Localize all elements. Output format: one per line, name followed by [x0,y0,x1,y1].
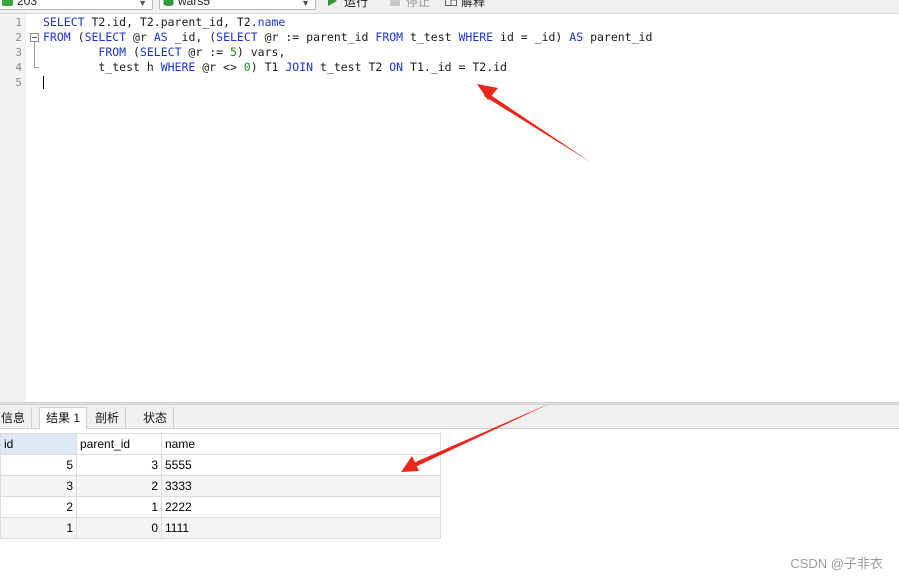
code-line-2: FROM (SELECT @r AS _id, (SELECT @r := pa… [43,30,653,44]
line-number: 5 [15,76,22,89]
cell-parent-id[interactable]: 0 [76,517,162,539]
fold-guide-end [34,67,39,68]
database-value: wars5 [178,0,211,8]
toolbar: 203 ▼ wars5 ▼ 运行 停止 解释 [0,0,899,14]
fold-guide [34,42,35,67]
stop-button[interactable]: 停止 [390,0,430,12]
code-line-3: FROM (SELECT @r := 5) vars, [98,45,286,59]
database-icon [163,0,174,6]
table-row[interactable]: 3 2 3333 [0,475,441,497]
cell-name[interactable]: 2222 [161,496,441,518]
table-row[interactable]: 5 3 5555 [0,454,441,476]
tab-result-1[interactable]: 结果 1 [39,407,88,430]
result-grid: id parent_id name 5 3 5555 3 2 3333 2 1 … [0,433,441,539]
connection-icon [2,0,13,6]
connection-select[interactable]: 203 ▼ [0,0,153,10]
play-icon [328,0,337,6]
tab-profile[interactable]: 剖析 [88,407,127,429]
cell-name[interactable]: 3333 [161,475,441,497]
line-number: 3 [15,46,22,59]
line-number: 2 [15,31,22,44]
cell-parent-id[interactable]: 1 [76,496,162,518]
watermark: CSDN @子非衣 [790,556,883,571]
stop-icon [390,0,400,6]
chevron-down-icon: ▼ [138,0,147,8]
chevron-down-icon: ▼ [301,0,310,8]
explain-label: 解释 [461,0,486,9]
explain-button[interactable]: 解释 [445,0,485,12]
tab-status[interactable]: 状态 [136,407,175,429]
line-number: 1 [15,16,22,29]
table-row[interactable]: 2 1 2222 [0,496,441,518]
line-number: 4 [15,61,22,74]
line-number-gutter: 1 2 3 4 5 [0,14,26,402]
cell-name[interactable]: 5555 [161,454,441,476]
cell-id[interactable]: 5 [0,454,77,476]
explain-icon [445,0,457,6]
grid-header-row: id parent_id name [0,433,441,455]
run-label: 运行 [344,0,369,9]
column-header-id[interactable]: id [0,433,77,455]
sql-editor[interactable]: 1 2 3 4 5 SELECT T2.id, T2.parent_id, T2… [0,14,899,402]
fold-toggle[interactable] [30,33,39,42]
code-line-1: SELECT T2.id, T2.parent_id, T2.name [43,15,286,29]
column-header-parent-id[interactable]: parent_id [76,433,162,455]
run-button[interactable]: 运行 [328,0,368,12]
cell-parent-id[interactable]: 3 [76,454,162,476]
connection-value: 203 [17,0,38,8]
tab-info[interactable]: 信息 [0,407,33,429]
stop-label: 停止 [406,0,431,9]
result-tabs: 信息 结果 1 剖析 状态 [0,405,899,430]
column-header-name[interactable]: name [161,433,441,455]
text-cursor [43,76,44,89]
cell-id[interactable]: 2 [0,496,77,518]
cell-parent-id[interactable]: 2 [76,475,162,497]
cell-id[interactable]: 3 [0,475,77,497]
code-line-4: t_test h WHERE @r <> 0) T1 JOIN t_test T… [43,60,507,74]
cell-id[interactable]: 1 [0,517,77,539]
cell-name[interactable]: 1111 [161,517,441,539]
database-select[interactable]: wars5 ▼ [159,0,316,10]
table-row[interactable]: 1 0 1111 [0,517,441,539]
